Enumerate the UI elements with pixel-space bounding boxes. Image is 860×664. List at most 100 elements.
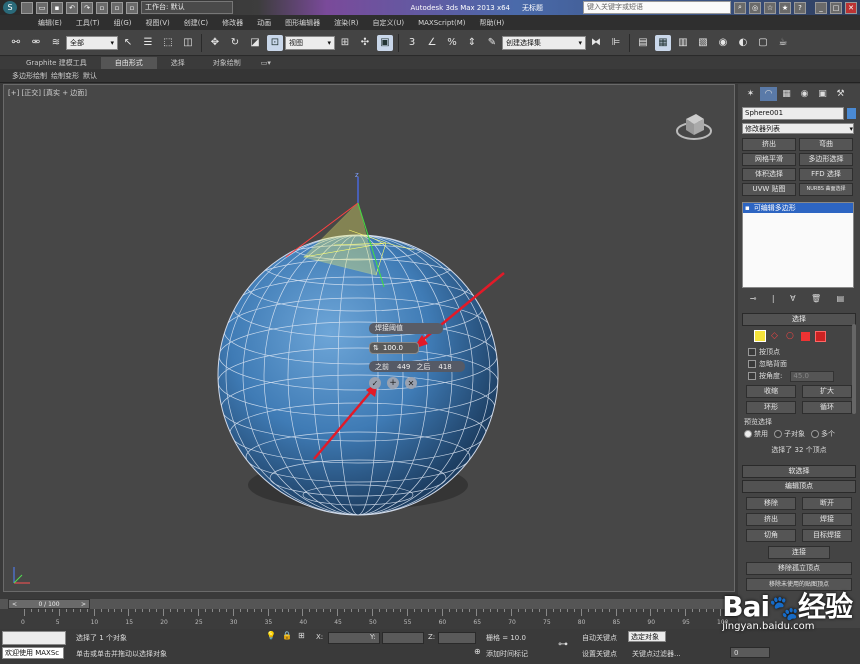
ribbon-polydraw[interactable]: 多边形绘制 bbox=[12, 71, 47, 81]
menu-animation[interactable]: 动画 bbox=[257, 18, 271, 28]
isolate-selection-icon[interactable]: 💡 bbox=[266, 631, 276, 640]
caddy-threshold-input[interactable]: ⇅ 100.0 bbox=[369, 342, 419, 354]
y-coord-field[interactable] bbox=[382, 632, 424, 644]
chamfer-button[interactable]: 切角 bbox=[746, 529, 796, 542]
ribbon-paint-deform[interactable]: 绘制变形 bbox=[51, 71, 79, 81]
menu-edit[interactable]: 编辑(E) bbox=[38, 18, 62, 28]
ring-button[interactable]: 环形 bbox=[746, 401, 796, 414]
by-vertex-checkbox[interactable]: 按顶点 bbox=[748, 346, 850, 358]
selection-region-icon[interactable]: ⬚ bbox=[160, 35, 176, 51]
time-tag-icon[interactable]: ⊕ bbox=[474, 647, 481, 656]
object-name-field[interactable]: Sphere001 bbox=[742, 107, 845, 120]
mod-uvw-map-button[interactable]: UVW 贴图 bbox=[742, 183, 796, 196]
bind-space-warp-icon[interactable]: ≋ bbox=[48, 35, 64, 51]
reference-coordinate-dropdown[interactable]: 视图 ▾ bbox=[285, 35, 335, 50]
maxscript-welcome[interactable]: 欢迎使用 MAXSc bbox=[2, 647, 64, 659]
edit-vertices-header[interactable]: 编辑顶点 bbox=[742, 480, 856, 493]
menu-views[interactable]: 视图(V) bbox=[146, 18, 170, 28]
make-unique-icon[interactable]: ∀ bbox=[790, 294, 795, 303]
mod-nurbs-select-button[interactable]: NURBS 曲面选择 bbox=[799, 183, 853, 196]
polygon-level-icon[interactable] bbox=[801, 331, 810, 341]
link-icon[interactable]: ⚯ bbox=[8, 35, 24, 51]
mod-vol-select-button[interactable]: 体积选择 bbox=[742, 168, 796, 181]
panel-scrollbar[interactable] bbox=[852, 324, 856, 414]
align-icon[interactable]: ⊫ bbox=[608, 35, 624, 51]
caddy-ok-icon[interactable]: ✓ bbox=[369, 377, 381, 389]
track-bar[interactable]: 0 5 10 15 20 25 30 35 40 45 50 55 60 65 70 75 80 85 90 95 10… bbox=[0, 609, 736, 629]
grow-button[interactable]: 扩大 bbox=[802, 385, 852, 398]
angle-snap-icon[interactable]: ∠ bbox=[424, 35, 440, 51]
ignore-backfacing-checkbox[interactable]: 忽略背面 bbox=[748, 358, 850, 370]
configure-sets-icon[interactable]: ▤ bbox=[837, 294, 845, 303]
rendered-frame-icon[interactable]: ▢ bbox=[755, 35, 771, 51]
show-end-result-icon[interactable]: | bbox=[772, 294, 775, 303]
set-key-button[interactable]: 设置关键点 bbox=[582, 649, 617, 659]
favorites-icon[interactable]: ★ bbox=[779, 1, 791, 14]
menu-rendering[interactable]: 渲染(R) bbox=[334, 18, 358, 28]
expand-icon[interactable]: ▪ bbox=[745, 204, 750, 212]
key-filters-button[interactable]: 关键点过滤器... bbox=[632, 649, 681, 659]
select-and-place-icon[interactable]: ⊡ bbox=[267, 34, 283, 51]
preview-subobj-radio[interactable] bbox=[774, 430, 782, 438]
menu-create[interactable]: 创建(C) bbox=[184, 18, 208, 28]
border-level-icon[interactable]: ○ bbox=[786, 331, 796, 341]
menu-help[interactable]: 帮助(H) bbox=[480, 18, 505, 28]
angle-input[interactable]: 45.0 bbox=[790, 370, 835, 382]
remove-modifier-icon[interactable]: 🗑 bbox=[811, 294, 821, 303]
shrink-button[interactable]: 收缩 bbox=[746, 385, 796, 398]
keyboard-shortcut-override-icon[interactable]: ▣ bbox=[377, 34, 393, 51]
mirror-icon[interactable]: ⧓ bbox=[588, 35, 604, 51]
z-coord-field[interactable] bbox=[438, 632, 476, 644]
hold-icon[interactable]: ▫ bbox=[96, 1, 108, 14]
utilities-tab-icon[interactable]: ⚒ bbox=[832, 87, 849, 101]
ribbon-defaults[interactable]: 默认 bbox=[83, 71, 97, 81]
redo-icon[interactable]: ↷ bbox=[81, 1, 93, 14]
viewport[interactable]: [+] [正交] [真实 + 边面] z 焊接阈值 ⇅ 100.0 之前 449… bbox=[3, 84, 735, 592]
percent-snap-icon[interactable]: % bbox=[444, 35, 460, 51]
window-crossing-icon[interactable]: ◫ bbox=[180, 35, 196, 51]
absolute-mode-icon[interactable]: ⊞ bbox=[298, 631, 305, 640]
time-prev-icon[interactable]: < bbox=[12, 601, 17, 608]
caddy-apply-icon[interactable]: + bbox=[387, 377, 399, 389]
create-tab-icon[interactable]: ✶ bbox=[742, 87, 759, 101]
graphite-toggle-icon[interactable]: ▦ bbox=[655, 34, 671, 51]
weld-button[interactable]: 焊接 bbox=[802, 513, 852, 526]
vertex-level-icon[interactable] bbox=[754, 330, 766, 342]
mod-extrude-button[interactable]: 挤出 bbox=[742, 138, 796, 151]
selection-filter-dropdown[interactable]: 全部 ▾ bbox=[66, 35, 118, 50]
remove-button[interactable]: 移除 bbox=[746, 497, 796, 510]
app-logo-icon[interactable]: S bbox=[3, 1, 17, 14]
modifier-stack[interactable]: ▪ 可编辑多边形 bbox=[742, 202, 854, 288]
display-tab-icon[interactable]: ▣ bbox=[814, 87, 831, 101]
object-color-swatch[interactable] bbox=[847, 108, 856, 119]
menu-modifiers[interactable]: 修改器 bbox=[222, 18, 243, 28]
rotate-icon[interactable]: ↻ bbox=[227, 35, 243, 51]
project-folder-icon[interactable]: ▫ bbox=[126, 1, 138, 14]
target-weld-button[interactable]: 目标焊接 bbox=[802, 529, 852, 542]
move-icon[interactable]: ✥ bbox=[207, 35, 223, 51]
by-angle-checkbox[interactable]: 按角度: 45.0 bbox=[748, 370, 850, 382]
maximize-icon[interactable]: □ bbox=[830, 1, 842, 14]
preview-off-radio[interactable] bbox=[744, 430, 752, 438]
modify-tab-icon[interactable]: ◠ bbox=[760, 87, 777, 101]
unlink-icon[interactable]: ⚮ bbox=[28, 35, 44, 51]
ribbon-tab-selection[interactable]: 选择 bbox=[157, 57, 199, 69]
search-icon[interactable]: ⌕ bbox=[734, 1, 746, 14]
edit-named-selection-icon[interactable]: ✎ bbox=[484, 35, 500, 51]
snaps-toggle-icon[interactable]: 3 bbox=[404, 35, 420, 51]
select-manipulate-icon[interactable]: ✣ bbox=[357, 35, 373, 51]
selection-lock-icon[interactable]: 🔒 bbox=[282, 631, 292, 640]
select-by-name-icon[interactable]: ☰ bbox=[140, 35, 156, 51]
connect-button[interactable]: 连接 bbox=[768, 546, 830, 559]
mod-poly-select-button[interactable]: 多边形选择 bbox=[799, 153, 853, 166]
hierarchy-tab-icon[interactable]: ▦ bbox=[778, 87, 795, 101]
search-input[interactable]: 键入关键字或短语 bbox=[583, 1, 731, 14]
mod-bend-button[interactable]: 弯曲 bbox=[799, 138, 853, 151]
subscription-icon[interactable]: ◎ bbox=[749, 1, 761, 14]
soft-selection-header[interactable]: 软选择 bbox=[742, 465, 856, 478]
render-production-icon[interactable]: ☕ bbox=[775, 35, 791, 51]
scale-icon[interactable]: ◪ bbox=[247, 35, 263, 51]
menu-tools[interactable]: 工具(T) bbox=[76, 18, 100, 28]
time-next-icon[interactable]: > bbox=[81, 601, 86, 608]
edge-level-icon[interactable]: ◇ bbox=[771, 331, 781, 341]
